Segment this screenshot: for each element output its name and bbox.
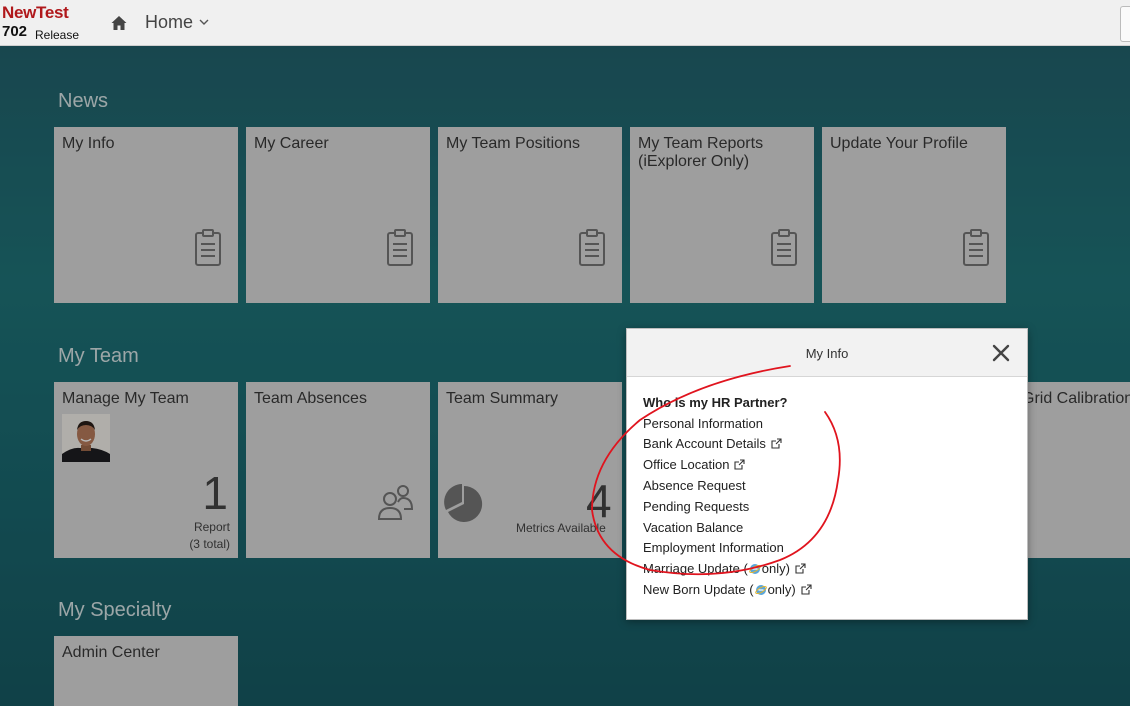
link-label-prefix: New Born Update ( (643, 582, 754, 598)
link-label-suffix: only) (767, 582, 796, 598)
link-label: Bank Account Details (643, 436, 766, 452)
header-action-button[interactable] (1120, 6, 1130, 42)
dialog-header: My Info (627, 329, 1027, 377)
dialog-link-list: Who is my HR Partner? Personal Informati… (643, 392, 812, 600)
external-link-icon (771, 438, 782, 450)
link-new-born-update[interactable]: New Born Update ( only) (643, 579, 812, 600)
link-label: Vacation Balance (643, 519, 744, 535)
link-personal-information[interactable]: Personal Information (643, 413, 812, 434)
link-hr-partner[interactable]: Who is my HR Partner? (643, 392, 812, 413)
link-label: Pending Requests (643, 498, 750, 514)
external-link-icon (734, 459, 746, 470)
home-icon[interactable] (110, 14, 128, 32)
link-label-suffix: only) (761, 561, 790, 577)
ie-browser-icon (748, 563, 761, 574)
company-logo: NewTest 702 Release (2, 3, 86, 43)
home-menu-button[interactable]: Home (145, 12, 193, 33)
link-label: Absence Request (643, 478, 746, 494)
logo-line2: 702 (2, 23, 28, 40)
link-label: Office Location (643, 457, 730, 473)
close-icon[interactable] (991, 343, 1011, 363)
shell-header: NewTest 702 Release Home (0, 0, 1130, 46)
link-employment-information[interactable]: Employment Information (643, 538, 812, 559)
dialog-title: My Info (805, 346, 849, 361)
link-marriage-update[interactable]: Marriage Update ( only) (643, 558, 812, 579)
link-label-prefix: Marriage Update ( (643, 561, 748, 577)
external-link-icon (801, 584, 812, 595)
link-label: Personal Information (643, 415, 763, 431)
link-bank-account-details[interactable]: Bank Account Details (643, 434, 812, 455)
logo-line3: Release (35, 28, 80, 42)
ie-browser-icon (754, 584, 767, 595)
my-info-dialog: My Info Who is my HR Partner? Personal I… (626, 328, 1028, 620)
external-link-icon (795, 563, 806, 574)
chevron-down-icon[interactable] (198, 17, 210, 27)
link-absence-request[interactable]: Absence Request (643, 475, 812, 496)
link-label: Employment Information (643, 540, 784, 556)
link-label: Who is my HR Partner? (643, 394, 788, 410)
link-vacation-balance[interactable]: Vacation Balance (643, 517, 812, 538)
link-pending-requests[interactable]: Pending Requests (643, 496, 812, 517)
link-office-location[interactable]: Office Location (643, 454, 812, 475)
logo-line1: NewTest (2, 3, 69, 22)
